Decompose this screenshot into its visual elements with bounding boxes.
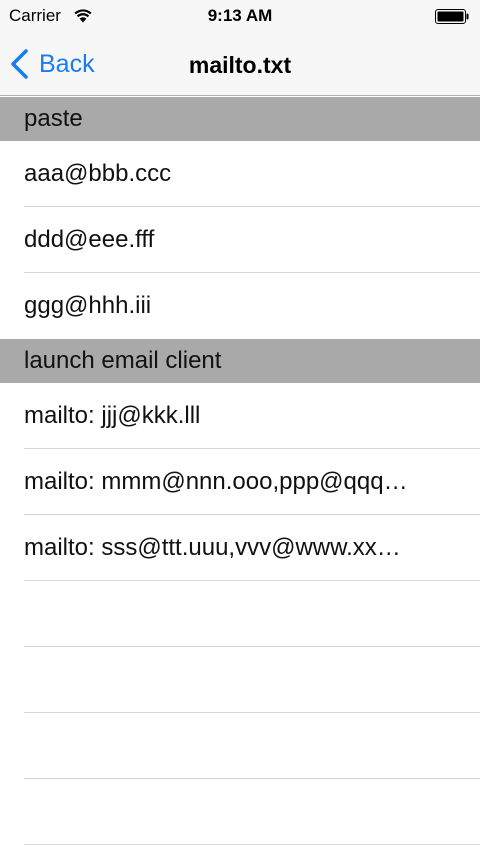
navigation-bar: Back mailto.txt	[0, 32, 480, 96]
table-view: paste aaa@bbb.ccc ddd@eee.fff ggg@hhh.ii…	[0, 97, 480, 845]
table-row[interactable]: ggg@hhh.iii	[0, 273, 480, 339]
empty-row	[0, 581, 480, 647]
table-row[interactable]: mailto: mmm@nnn.ooo,ppp@qqq…	[0, 449, 480, 515]
status-bar: Carrier 9:13 AM	[0, 0, 480, 32]
empty-row	[0, 647, 480, 713]
table-row[interactable]: mailto: jjj@kkk.lll	[0, 383, 480, 449]
status-time: 9:13 AM	[207, 6, 273, 25]
battery-icon	[435, 9, 469, 24]
section-header-paste: paste	[0, 97, 480, 141]
empty-row	[0, 713, 480, 779]
empty-row	[0, 779, 480, 845]
table-row[interactable]: mailto: sss@ttt.uuu,vvv@www.xx…	[0, 515, 480, 581]
page-title: mailto.txt	[188, 52, 292, 78]
section-header-launch-email-client: launch email client	[0, 339, 480, 383]
table-row[interactable]: ddd@eee.fff	[0, 207, 480, 273]
table-row[interactable]: aaa@bbb.ccc	[0, 141, 480, 207]
